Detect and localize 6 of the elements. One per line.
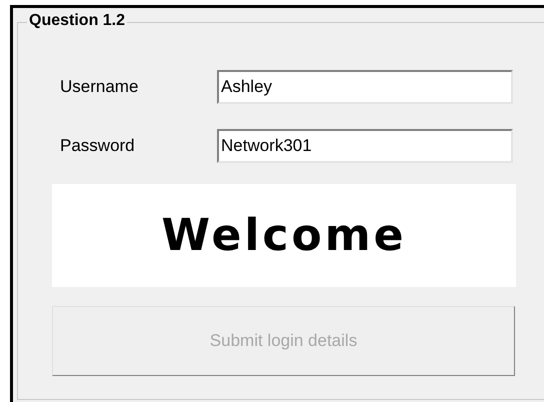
banner-text: Welcome — [162, 210, 406, 261]
text-field[interactable]: Network301 — [217, 129, 513, 163]
field-label: Password — [60, 136, 136, 156]
field-label: Username — [60, 77, 140, 97]
group-title: Question 1.2 — [27, 12, 128, 30]
text-field[interactable]: Ashley — [217, 70, 513, 104]
